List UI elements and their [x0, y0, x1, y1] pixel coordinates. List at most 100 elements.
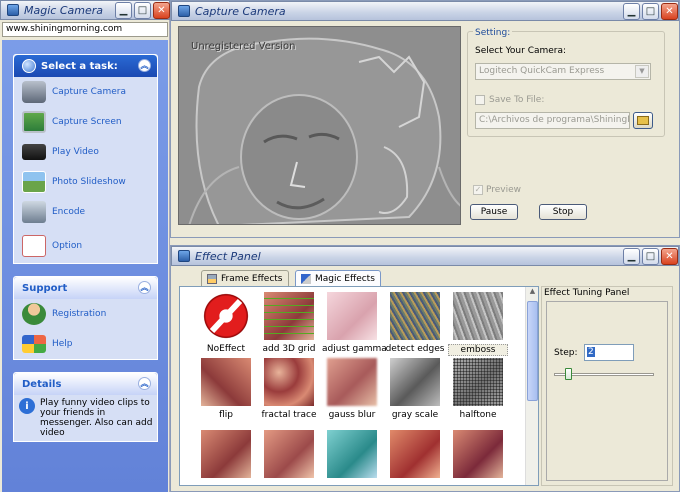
close-button[interactable]: ✕ — [153, 2, 170, 19]
effect-add-3d-grid[interactable]: add 3D grid — [259, 291, 319, 354]
tab-label: Magic Effects — [315, 273, 375, 284]
browse-folder-button[interactable] — [633, 112, 653, 129]
close-button[interactable]: ✕ — [661, 3, 678, 20]
effect-thumbnail[interactable] — [385, 429, 445, 485]
collapse-chevron-icon[interactable]: ︽ — [138, 59, 151, 72]
effect-adjust-gamma[interactable]: adjust gamma — [322, 291, 387, 354]
maximize-button[interactable]: □ — [642, 248, 659, 265]
camera-select[interactable]: Logitech QuickCam Express ▼ — [475, 63, 651, 80]
effect-flip[interactable]: flip — [196, 357, 256, 420]
effect-noeffect[interactable]: NoEffect — [196, 291, 256, 354]
effect-thumbnail[interactable] — [259, 429, 319, 485]
details-text: Play funny video clips to your friends i… — [40, 398, 153, 438]
globe-icon — [22, 59, 36, 73]
watermark-text: Unregistered Version — [191, 41, 296, 52]
step-label: Step: — [554, 348, 578, 358]
effect-emboss[interactable]: emboss — [448, 291, 508, 356]
thumbnail-image — [200, 429, 252, 479]
thumbnail-image — [326, 429, 378, 479]
tab-frame-effects[interactable]: Frame Effects — [201, 270, 289, 286]
capture-title: Capture Camera — [195, 4, 286, 18]
emboss-frame-image — [179, 27, 460, 224]
effect-label: flip — [219, 410, 233, 420]
close-button[interactable]: ✕ — [661, 248, 678, 265]
thumbnail-image — [452, 357, 504, 407]
chevron-down-icon[interactable]: ▼ — [635, 65, 649, 78]
save-path-value: C:\Archivos de programa\ShiningMorn — [479, 115, 629, 125]
effect-gauss-blur[interactable]: gauss blur — [322, 357, 382, 420]
minimize-button[interactable]: ▁ — [623, 3, 640, 20]
collapse-chevron-icon[interactable]: ︽ — [138, 377, 151, 390]
support-registration[interactable]: Registration — [14, 299, 157, 329]
tuning-title: Effect Tuning Panel — [544, 288, 630, 298]
effect-thumbnail[interactable] — [322, 429, 382, 485]
info-icon: i — [19, 398, 35, 414]
effect-detect-edges[interactable]: detect edges — [385, 291, 445, 354]
effect-label: NoEffect — [206, 344, 246, 354]
details-body: i Play funny video clips to your friends… — [14, 395, 157, 438]
effect-halftone[interactable]: halftone — [448, 357, 508, 420]
film-icon — [22, 144, 46, 160]
tuning-inner — [546, 301, 668, 481]
effect-panel-window: Effect Panel ▁ □ ✕ Frame Effects Magic E… — [170, 245, 680, 492]
effect-thumbnail[interactable] — [196, 429, 256, 485]
magic-camera-titlebar[interactable]: Magic Camera ▁ □ ✕ — [0, 0, 170, 20]
thumbnail-image — [389, 429, 441, 479]
step-input[interactable]: 2 — [584, 344, 634, 361]
tab-magic-effects[interactable]: Magic Effects — [295, 270, 381, 286]
tab-label: Frame Effects — [221, 273, 283, 284]
stop-button[interactable]: Stop — [539, 204, 587, 220]
select-task-title: Select a task: — [41, 60, 118, 72]
effect-gray-scale[interactable]: gray scale — [385, 357, 445, 420]
thumbnail-image — [326, 357, 378, 407]
collapse-chevron-icon[interactable]: ︽ — [138, 281, 151, 294]
task-capture-camera[interactable]: Capture Camera — [14, 77, 157, 107]
effect-label: detect edges — [385, 344, 445, 354]
save-to-file-checkbox[interactable] — [475, 95, 485, 105]
folder-icon — [637, 116, 649, 125]
monitor-icon — [22, 111, 46, 133]
maximize-button[interactable]: □ — [642, 3, 659, 20]
task-encode[interactable]: Encode — [14, 197, 157, 227]
minimize-button[interactable]: ▁ — [115, 2, 132, 19]
task-play-video[interactable]: Play Video — [14, 137, 157, 167]
preview-checkbox[interactable]: ✓ — [473, 185, 483, 195]
task-capture-screen[interactable]: Capture Screen — [14, 107, 157, 137]
effect-label: fractal trace — [261, 410, 317, 420]
landscape-icon — [22, 171, 46, 193]
capture-titlebar[interactable]: Capture Camera ▁ □ ✕ — [171, 1, 679, 21]
url-bar[interactable]: www.shiningmorning.com — [2, 22, 168, 37]
support-header[interactable]: Support ︽ — [14, 277, 157, 299]
select-task-panel: Select a task: ︽ Capture Camera Capture … — [13, 54, 158, 264]
task-label: Play Video — [52, 147, 99, 157]
scrollbar-thumb[interactable] — [527, 301, 538, 401]
capture-camera-window: Capture Camera ▁ □ ✕ Unregistered Versio… — [170, 0, 680, 238]
thumbnail-image — [389, 291, 441, 341]
step-slider-thumb[interactable] — [565, 368, 573, 380]
support-label: Help — [52, 339, 73, 349]
task-option[interactable]: Option — [14, 231, 157, 261]
minimize-button[interactable]: ▁ — [623, 248, 640, 265]
gallery-scrollbar[interactable]: ▲ — [525, 287, 538, 485]
window-icon — [178, 5, 190, 17]
effect-label: adjust gamma — [322, 344, 387, 354]
magic-camera-title: Magic Camera — [24, 3, 103, 17]
effect-fractal-trace[interactable]: fractal trace — [259, 357, 319, 420]
magic-effects-icon — [301, 273, 311, 284]
effect-titlebar[interactable]: Effect Panel ▁ □ ✕ — [171, 246, 679, 266]
save-path-field[interactable]: C:\Archivos de programa\ShiningMorn — [475, 112, 630, 129]
effect-thumbnail[interactable] — [448, 429, 508, 485]
effect-tuning-panel: Effect Tuning Panel Step: 2 — [541, 286, 673, 486]
pause-button[interactable]: Pause — [470, 204, 518, 220]
task-photo-slideshow[interactable]: Photo Slideshow — [14, 167, 157, 197]
effect-label: emboss — [448, 344, 508, 356]
effects-gallery: NoEffect add 3D grid adjust gamma detect… — [179, 286, 539, 486]
details-header[interactable]: Details ︽ — [14, 373, 157, 395]
maximize-button[interactable]: □ — [134, 2, 151, 19]
effect-label: add 3D grid — [262, 344, 316, 354]
thumbnail-image — [263, 429, 315, 479]
select-task-header[interactable]: Select a task: ︽ — [14, 55, 157, 77]
support-help[interactable]: Help — [14, 329, 157, 359]
scroll-up-arrow-icon[interactable]: ▲ — [526, 287, 538, 299]
frame-effects-icon — [207, 273, 217, 284]
